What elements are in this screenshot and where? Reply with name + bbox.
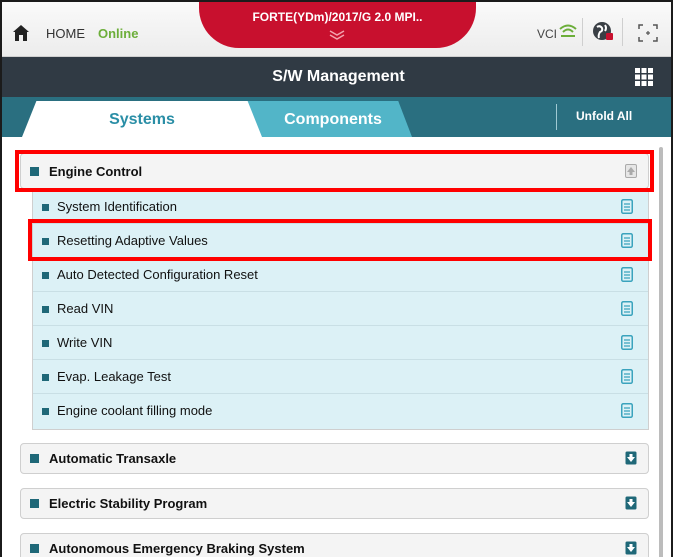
group-label: Autonomous Emergency Braking System (49, 541, 305, 556)
home-label[interactable]: HOME (46, 26, 85, 41)
fullscreen-icon[interactable] (638, 24, 658, 42)
document-icon[interactable] (621, 267, 633, 282)
document-icon[interactable] (621, 403, 633, 418)
bullet-icon (42, 272, 49, 279)
expand-down-icon[interactable] (625, 496, 637, 510)
bullet-icon (30, 167, 39, 176)
divider (582, 18, 583, 46)
title-bar: S/W Management (2, 57, 671, 97)
group-engine-control[interactable]: Engine Control (20, 153, 649, 189)
divider (622, 18, 623, 46)
list-item-read-vin[interactable]: Read VIN (33, 291, 648, 325)
expand-down-icon[interactable] (625, 451, 637, 465)
document-icon[interactable] (621, 335, 633, 350)
bullet-icon (42, 374, 49, 381)
tab-bar: Components Systems Unfold All (2, 97, 671, 137)
document-icon[interactable] (621, 369, 633, 384)
bullet-icon (42, 408, 49, 415)
bullet-icon (42, 238, 49, 245)
group-autonomous-emergency-braking-system[interactable]: Autonomous Emergency Braking System (20, 533, 649, 557)
collapse-up-icon[interactable] (625, 164, 637, 178)
grid-menu-icon[interactable] (635, 68, 653, 86)
tab-components[interactable]: Components (240, 101, 412, 137)
list-item-label: System Identification (57, 199, 177, 214)
wifi-icon (559, 24, 577, 37)
bullet-icon (42, 340, 49, 347)
bullet-icon (30, 499, 39, 508)
list-item-label: Engine coolant filling mode (57, 403, 213, 418)
chevron-down-icon (329, 30, 345, 40)
list-item-label: Read VIN (57, 301, 114, 316)
tab-systems-label: Systems (109, 111, 175, 128)
group-electric-stability-program[interactable]: Electric Stability Program (20, 488, 649, 519)
document-icon[interactable] (621, 233, 633, 248)
document-icon[interactable] (621, 199, 633, 214)
bullet-icon (42, 204, 49, 211)
list-item-resetting-adaptive-values[interactable]: Resetting Adaptive Values (33, 223, 648, 257)
list-item-auto-detected-configuration-reset[interactable]: Auto Detected Configuration Reset (33, 257, 648, 291)
vehicle-banner[interactable]: FORTE(YDm)/2017/G 2.0 MPI.. (199, 2, 476, 48)
bullet-icon (30, 544, 39, 553)
divider (556, 104, 557, 130)
tab-components-label: Components (284, 111, 382, 128)
home-icon[interactable] (12, 24, 30, 42)
vehicle-label: FORTE(YDm)/2017/G 2.0 MPI.. (252, 10, 423, 24)
group-label: Engine Control (49, 164, 143, 179)
vci-label: VCI (537, 27, 558, 41)
list-item-label: Resetting Adaptive Values (57, 233, 208, 248)
bullet-icon (30, 454, 39, 463)
tab-systems[interactable]: Systems (22, 101, 262, 137)
list-item-label: Auto Detected Configuration Reset (57, 267, 258, 282)
engine-control-items: System Identification Resetting Adaptive… (32, 189, 649, 430)
list-item-write-vin[interactable]: Write VIN (33, 325, 648, 359)
unfold-all-button[interactable]: Unfold All (576, 109, 632, 123)
group-automatic-transaxle[interactable]: Automatic Transaxle (20, 443, 649, 474)
group-label: Automatic Transaxle (49, 451, 177, 466)
list-item-system-identification[interactable]: System Identification (33, 189, 648, 223)
list-item-label: Evap. Leakage Test (57, 369, 171, 384)
page-title: S/W Management (272, 68, 405, 85)
top-bar: HOME Online FORTE(YDm)/2017/G 2.0 MPI.. … (2, 2, 671, 57)
globe-update-icon[interactable] (590, 19, 614, 43)
document-icon[interactable] (621, 301, 633, 316)
group-label: Electric Stability Program (49, 496, 208, 511)
app-frame: HOME Online FORTE(YDm)/2017/G 2.0 MPI.. … (0, 0, 673, 557)
expand-down-icon[interactable] (625, 541, 637, 555)
bullet-icon (42, 306, 49, 313)
list-item-label: Write VIN (57, 335, 113, 350)
list-item-engine-coolant-filling-mode[interactable]: Engine coolant filling mode (33, 393, 648, 427)
online-status: Online (98, 26, 139, 41)
list-item-evap-leakage-test[interactable]: Evap. Leakage Test (33, 359, 648, 393)
scrollbar[interactable] (659, 147, 663, 557)
